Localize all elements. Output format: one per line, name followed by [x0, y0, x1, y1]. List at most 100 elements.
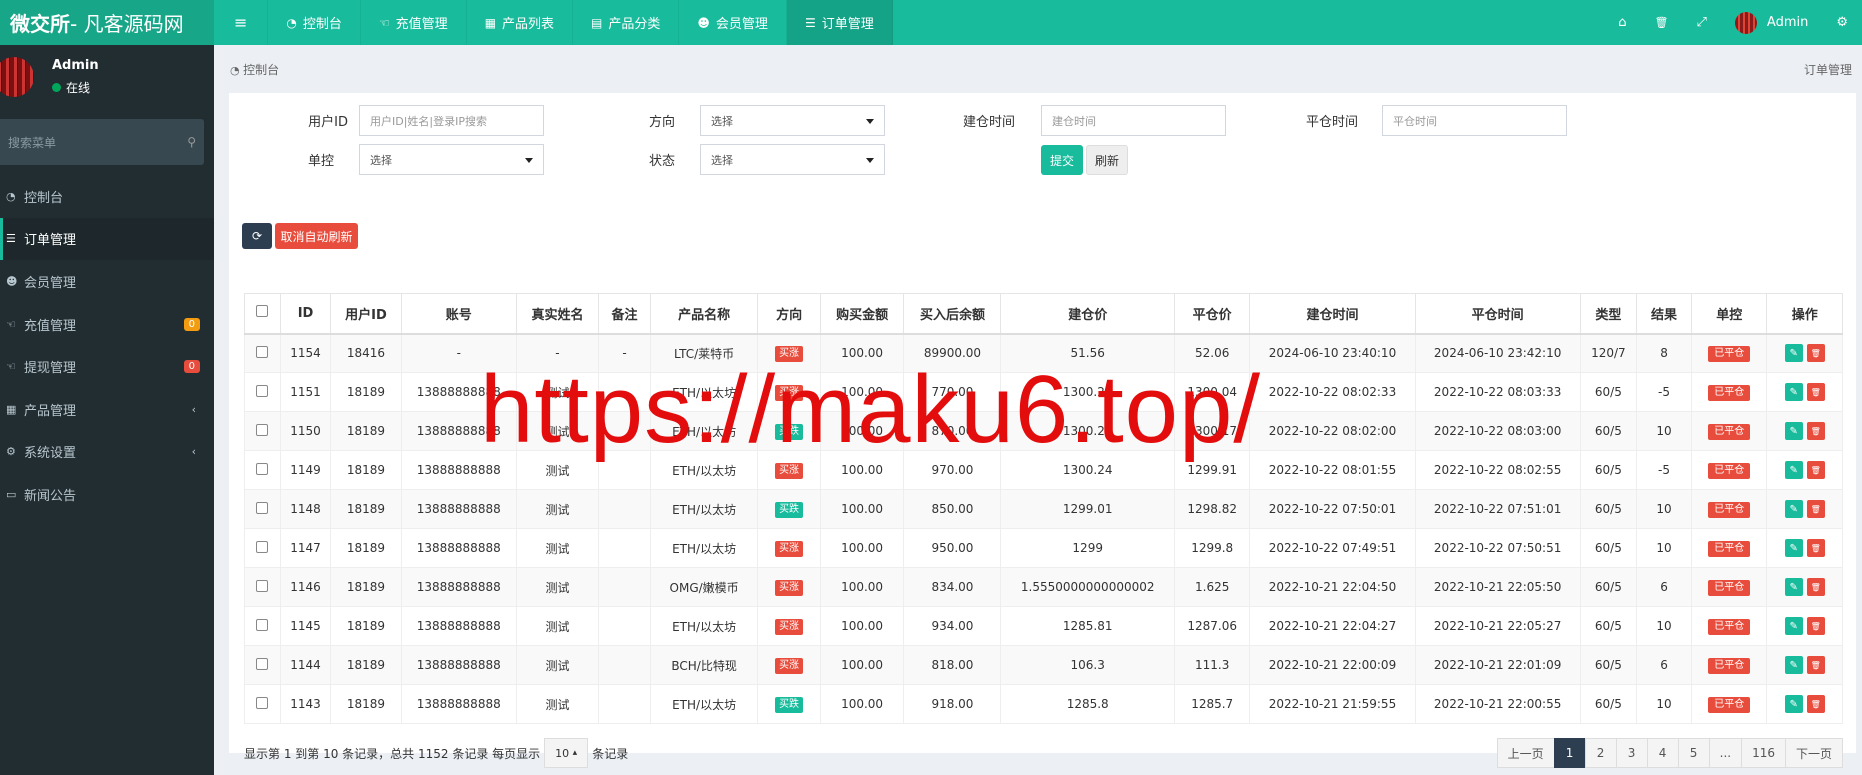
table-row[interactable]: 1147 18189 13888888888 测试 ETH/以太坊 买涨 100.00 950… [244, 528, 1843, 568]
status-badge[interactable]: 已平仓 [1708, 345, 1751, 362]
edit-button[interactable]: ✎ [1784, 695, 1803, 713]
cancel-auto-refresh-button[interactable]: 取消自动刷新 [275, 223, 358, 249]
delete-button[interactable]: 🗑 [1806, 344, 1825, 363]
status-badge[interactable]: 已平仓 [1708, 384, 1751, 401]
row-checkbox[interactable] [256, 618, 269, 631]
column-header[interactable]: 建仓价 [1000, 293, 1175, 335]
column-header[interactable]: 类型 [1579, 293, 1637, 335]
column-header[interactable]: 操作 [1766, 293, 1843, 335]
status-badge[interactable]: 已平仓 [1708, 423, 1751, 440]
row-checkbox[interactable] [256, 423, 269, 436]
row-checkbox[interactable] [256, 462, 269, 475]
nav-tab-1[interactable]: ☜ 充值管理 [361, 0, 467, 45]
nav-tab-3[interactable]: ▤ 产品分类 [573, 0, 680, 45]
column-header[interactable]: 建仓时间 [1249, 293, 1416, 335]
column-header[interactable]: 产品名称 [649, 293, 759, 335]
status-badge[interactable]: 已平仓 [1708, 501, 1751, 518]
page-button[interactable]: 116 [1741, 738, 1786, 768]
table-row[interactable]: 1150 18189 13888888888 测试 ETH/以太坊 买跌 100.00 870… [244, 411, 1843, 451]
clear-cache-button[interactable]: 🗑 [1641, 0, 1683, 45]
sidebar-item-3[interactable]: ☜ 充值管理 0 [0, 303, 214, 346]
edit-button[interactable]: ✎ [1784, 578, 1803, 596]
sidebar-item-4[interactable]: ☜ 提现管理 0 [0, 345, 214, 388]
row-checkbox[interactable] [256, 384, 269, 397]
app-logo[interactable]: 微交所 - 凡客源码网 [0, 0, 214, 45]
home-button[interactable]: ⌂ [1604, 0, 1640, 45]
row-checkbox[interactable] [256, 345, 269, 358]
delete-button[interactable]: 🗑 [1806, 656, 1825, 674]
edit-button[interactable]: ✎ [1784, 344, 1803, 363]
sidebar-toggle-button[interactable]: ≡ [214, 0, 269, 45]
status-badge[interactable]: 已平仓 [1708, 462, 1751, 479]
table-row[interactable]: 1151 18189 13888888888 测试 ETH/以太坊 买涨 100.00 770… [244, 372, 1843, 412]
menu-search-input[interactable]: 搜索菜单 ⚲ [0, 119, 204, 165]
user-menu[interactable]: Admin [1721, 0, 1822, 45]
edit-button[interactable]: ✎ [1784, 656, 1803, 674]
status-badge[interactable]: 已平仓 [1708, 696, 1751, 713]
submit-button[interactable]: 提交 [1041, 145, 1083, 175]
open-time-input[interactable]: 建仓时间 [1041, 105, 1226, 136]
refresh-button[interactable]: ⟳ [242, 223, 272, 249]
delete-button[interactable]: 🗑 [1806, 578, 1825, 596]
edit-button[interactable]: ✎ [1784, 500, 1803, 518]
table-row[interactable]: 1148 18189 13888888888 测试 ETH/以太坊 买跌 100.00 850… [244, 489, 1843, 529]
page-button[interactable]: 2 [1584, 738, 1617, 768]
page-button[interactable]: 4 [1646, 738, 1679, 768]
breadcrumb-home[interactable]: ◔ 控制台 [230, 61, 279, 78]
column-header[interactable]: 购买金额 [819, 293, 905, 335]
control-select[interactable]: 选择 [359, 144, 544, 175]
edit-button[interactable]: ✎ [1784, 539, 1803, 557]
table-row[interactable]: 1149 18189 13888888888 测试 ETH/以太坊 买涨 100.00 970… [244, 450, 1843, 490]
page-button[interactable]: 下一页 [1784, 738, 1843, 768]
status-select[interactable]: 选择 [700, 144, 885, 175]
nav-tab-4[interactable]: ☻ 会员管理 [679, 0, 787, 45]
sidebar-item-0[interactable]: ◔ 控制台 [0, 175, 214, 218]
sidebar-item-5[interactable]: ▦ 产品管理 ‹ [0, 388, 214, 431]
row-checkbox[interactable] [256, 501, 269, 514]
delete-button[interactable]: 🗑 [1806, 461, 1825, 479]
sidebar-item-2[interactable]: ☻ 会员管理 [0, 260, 214, 303]
status-badge[interactable]: 已平仓 [1708, 657, 1751, 674]
table-row[interactable]: 1143 18189 13888888888 测试 ETH/以太坊 买跌 100.00 918… [244, 684, 1843, 724]
nav-tab-0[interactable]: ◔ 控制台 [268, 0, 361, 45]
close-time-input[interactable]: 平仓时间 [1382, 105, 1567, 136]
table-row[interactable]: 1154 18416- - - LTC/莱特币 买涨 100.00 89900.00 51.56… [244, 333, 1843, 373]
status-badge[interactable]: 已平仓 [1708, 579, 1751, 596]
page-button[interactable]: 5 [1677, 738, 1710, 768]
row-checkbox[interactable] [256, 579, 269, 592]
page-button[interactable]: 3 [1615, 738, 1648, 768]
column-header[interactable]: ID [279, 293, 332, 335]
status-badge[interactable]: 已平仓 [1708, 540, 1751, 557]
table-row[interactable]: 1144 18189 13888888888 测试 BCH/比特现 买涨 100.00 818… [244, 645, 1843, 685]
fullscreen-button[interactable]: ⤢ [1683, 0, 1721, 45]
column-header[interactable]: 真实姓名 [515, 293, 600, 335]
column-header[interactable]: 结果 [1635, 293, 1693, 335]
page-size-select[interactable]: 10 ▴ [544, 738, 589, 768]
select-all-checkbox[interactable] [256, 305, 269, 318]
delete-button[interactable]: 🗑 [1806, 539, 1825, 557]
edit-button[interactable]: ✎ [1784, 422, 1803, 440]
sidebar-item-6[interactable]: ⚙ 系统设置 ‹ [0, 431, 214, 474]
edit-button[interactable]: ✎ [1784, 461, 1803, 479]
table-row[interactable]: 1146 18189 13888888888 测试 OMG/嫩模币 买涨 100.00 834… [244, 567, 1843, 607]
table-row[interactable]: 1145 18189 13888888888 测试 ETH/以太坊 买涨 100.00 934… [244, 606, 1843, 646]
column-header[interactable]: 单控 [1691, 293, 1768, 335]
nav-tab-5[interactable]: ☰ 订单管理 [786, 0, 893, 45]
reset-button[interactable]: 刷新 [1086, 145, 1128, 175]
direction-select[interactable]: 选择 [700, 105, 885, 136]
page-button[interactable]: 上一页 [1496, 738, 1555, 768]
delete-button[interactable]: 🗑 [1806, 617, 1825, 635]
column-header[interactable]: 买入后余额 [903, 293, 1002, 335]
column-header[interactable]: 用户ID [330, 293, 402, 335]
nav-tab-2[interactable]: ▦ 产品列表 [467, 0, 574, 45]
row-checkbox[interactable] [256, 540, 269, 553]
column-header[interactable]: 平仓时间 [1414, 293, 1581, 335]
delete-button[interactable]: 🗑 [1806, 500, 1825, 518]
column-header[interactable]: 平仓价 [1173, 293, 1251, 335]
sidebar-item-7[interactable]: ▭ 新闻公告 [0, 473, 214, 516]
user-id-search-input[interactable]: 用户ID|姓名|登录IP搜索 [359, 105, 544, 136]
column-header[interactable]: 方向 [757, 293, 821, 335]
column-header[interactable]: 备注 [598, 293, 651, 335]
sidebar-item-1[interactable]: ☰ 订单管理 [0, 217, 214, 261]
row-checkbox[interactable] [256, 657, 269, 670]
